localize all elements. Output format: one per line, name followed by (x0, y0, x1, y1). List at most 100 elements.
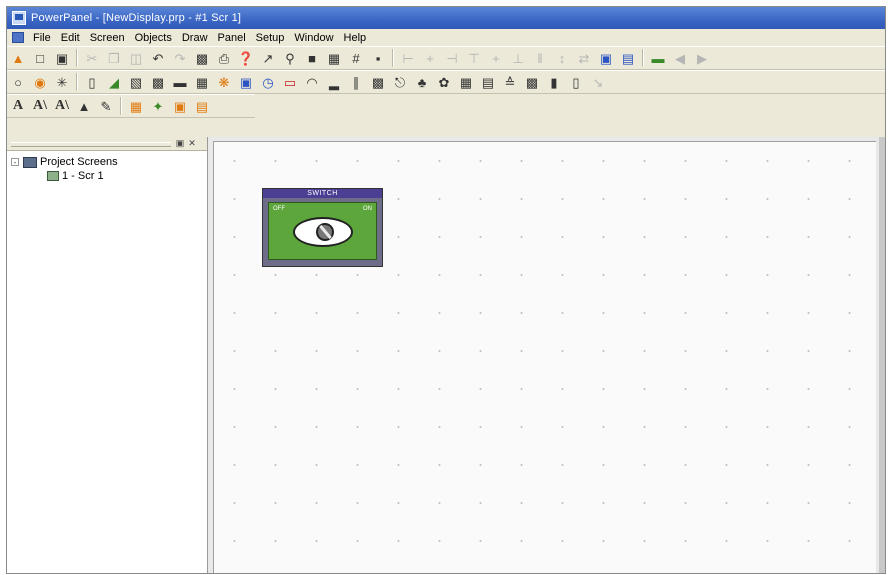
project-sidebar: ▣ ✕ - Project Screens 1 - Scr 1 (7, 137, 208, 573)
menu-edit[interactable]: Edit (61, 32, 80, 44)
ascii-display-icon[interactable]: ▬ (170, 72, 190, 92)
bar-graph-icon[interactable]: ▂ (324, 72, 344, 92)
switch-off-label: OFF (273, 206, 285, 212)
redo-icon[interactable]: ↷ (170, 48, 190, 68)
next-screen-icon[interactable]: ▶ (692, 48, 712, 68)
numeric-input-icon[interactable]: ▩ (148, 72, 168, 92)
space-horizontal-icon[interactable]: ‖ (530, 48, 550, 68)
menu-draw[interactable]: Draw (182, 32, 208, 44)
stack-bar-icon[interactable]: ▯ (566, 72, 586, 92)
switch-knob-icon (316, 223, 334, 241)
keypad-icon[interactable]: ▦ (192, 72, 212, 92)
send-back-icon[interactable]: ▤ (618, 48, 638, 68)
meter-icon[interactable]: ◠ (302, 72, 322, 92)
cut-icon[interactable]: ✂ (82, 48, 102, 68)
clock-icon[interactable]: ◷ (258, 72, 278, 92)
bring-front-icon[interactable]: ▣ (596, 48, 616, 68)
open-folder-icon[interactable]: ▲ (8, 48, 28, 68)
tree-node-label: Project Screens (40, 156, 118, 168)
image-library-icon[interactable]: ▦ (126, 96, 146, 116)
multi-bar-icon[interactable]: ▮ (544, 72, 564, 92)
align-center-icon[interactable]: + (420, 48, 440, 68)
pointer-tool-icon[interactable]: ↘ (588, 72, 608, 92)
align-bottom-icon[interactable]: ⊥ (508, 48, 528, 68)
align-right-icon[interactable]: ⊣ (442, 48, 462, 68)
switch-ellipse (293, 217, 353, 247)
sidebar-grip[interactable] (11, 142, 171, 147)
vertical-scrollbar[interactable] (879, 137, 885, 573)
screen-properties-icon[interactable]: ▩ (192, 48, 212, 68)
project-tree: - Project Screens 1 - Scr 1 (7, 151, 207, 183)
toolbar-separator (392, 49, 394, 67)
static-text-icon[interactable]: ≙ (500, 72, 520, 92)
menu-window[interactable]: Window (294, 32, 333, 44)
print-icon[interactable]: ⎙ (214, 48, 234, 68)
powerpanel-window: PowerPanel - [NewDisplay.prp - #1 Scr 1]… (6, 6, 886, 574)
line-style-icon[interactable]: ✎ (96, 96, 116, 116)
fill-color-icon[interactable]: ▲ (74, 96, 94, 116)
document-system-icon[interactable] (12, 32, 24, 43)
tree-collapse-icon[interactable]: - (11, 158, 19, 167)
scrolling-list-icon[interactable]: ▦ (456, 72, 476, 92)
menu-help[interactable]: Help (344, 32, 367, 44)
help-pointer-icon[interactable]: ❓ (236, 48, 256, 68)
symbol-icon[interactable]: ▩ (522, 72, 542, 92)
pilot-light-icon[interactable]: ◉ (30, 72, 50, 92)
menu-screen[interactable]: Screen (90, 32, 125, 44)
menu-file[interactable]: File (33, 32, 51, 44)
save-icon[interactable]: ▣ (52, 48, 72, 68)
tree-node-project-screens[interactable]: - Project Screens (11, 155, 207, 169)
fill-icon[interactable]: ■ (302, 48, 322, 68)
multi-state-light-icon[interactable]: ✳ (52, 72, 72, 92)
alarm-icon[interactable]: ▭ (280, 72, 300, 92)
new-file-icon[interactable]: □ (30, 48, 50, 68)
align-left-icon[interactable]: ⊢ (398, 48, 418, 68)
app-icon (12, 11, 26, 25)
screens-folder-icon (23, 156, 37, 168)
snap-grid-icon[interactable]: # (346, 48, 366, 68)
switch-object[interactable]: SWITCH OFF ON (262, 188, 383, 267)
tree-node-screen-1[interactable]: 1 - Scr 1 (11, 169, 207, 183)
indicator-icon[interactable]: ❋ (214, 72, 234, 92)
sidebar-restore-icon[interactable]: ▣ (175, 138, 185, 148)
copy-icon[interactable]: ❐ (104, 48, 124, 68)
goto-screen-icon[interactable]: ▣ (236, 72, 256, 92)
window-title: PowerPanel - [NewDisplay.prp - #1 Scr 1] (31, 12, 242, 24)
alarm-list-icon[interactable]: ♣ (412, 72, 432, 92)
bitmap-icon[interactable]: ▤ (478, 72, 498, 92)
text-tool-button[interactable]: A (8, 96, 28, 116)
selector-switch-icon[interactable]: ▯ (82, 72, 102, 92)
text-style-button[interactable]: A\ (30, 96, 50, 116)
screen-canvas[interactable]: SWITCH OFF ON (213, 141, 876, 573)
align-middle-icon[interactable]: + (486, 48, 506, 68)
context-help-icon[interactable]: ↗ (258, 48, 278, 68)
recipe-icon[interactable]: ⎋ (390, 72, 410, 92)
same-size-icon[interactable]: ⇄ (574, 48, 594, 68)
object-properties-icon[interactable]: ▣ (170, 96, 190, 116)
menu-objects[interactable]: Objects (135, 32, 172, 44)
align-top-icon[interactable]: ⊤ (464, 48, 484, 68)
keyboard-icon[interactable]: ▬ (648, 48, 668, 68)
chart-recorder-icon[interactable]: ▩ (368, 72, 388, 92)
tag-database-icon[interactable]: ▤ (192, 96, 212, 116)
sidebar-close-icon[interactable]: ✕ (187, 138, 197, 148)
undo-icon[interactable]: ↶ (148, 48, 168, 68)
switch-title: SWITCH (263, 189, 382, 198)
wizard-icon[interactable]: ✦ (148, 96, 168, 116)
paste-icon[interactable]: ◫ (126, 48, 146, 68)
menu-panel[interactable]: Panel (218, 32, 246, 44)
message-display-icon[interactable]: ✿ (434, 72, 454, 92)
trend-graph-icon[interactable]: ∥ (346, 72, 366, 92)
block-icon[interactable]: ▪ (368, 48, 388, 68)
previous-screen-icon[interactable]: ◀ (670, 48, 690, 68)
numeric-display-icon[interactable]: ▧ (126, 72, 146, 92)
grid-icon[interactable]: ▦ (324, 48, 344, 68)
text-toolbar: A A\ A\ ▲ ✎ ▦ ✦ ▣ ▤ (7, 94, 255, 118)
lamp-icon[interactable]: ○ (8, 72, 28, 92)
menu-setup[interactable]: Setup (256, 32, 285, 44)
title-bar[interactable]: PowerPanel - [NewDisplay.prp - #1 Scr 1] (7, 7, 885, 29)
text-format-button[interactable]: A\ (52, 96, 72, 116)
space-vertical-icon[interactable]: ↕ (552, 48, 572, 68)
zoom-icon[interactable]: ⚲ (280, 48, 300, 68)
slider-icon[interactable]: ◢ (104, 72, 124, 92)
